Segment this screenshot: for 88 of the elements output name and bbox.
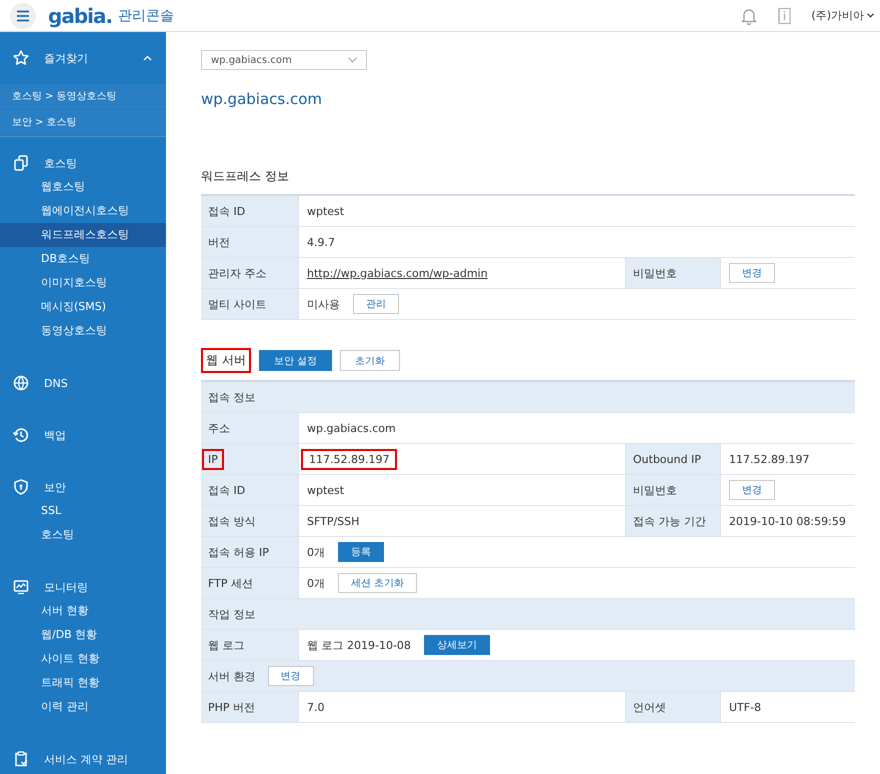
field-label: 버전 bbox=[201, 227, 299, 257]
sidebar-item[interactable]: 동영상호스팅 bbox=[0, 319, 166, 343]
action-button[interactable]: 초기화 bbox=[340, 350, 400, 371]
monitor-icon bbox=[12, 578, 30, 596]
site-dropdown[interactable]: wp.gabiacs.com bbox=[201, 50, 367, 70]
field-value: wp.gabiacs.com bbox=[307, 422, 396, 434]
action-button[interactable]: 변경 bbox=[268, 666, 314, 686]
field-value: 7.0 bbox=[307, 700, 324, 714]
field-value: 2019-10-10 08:59:59 bbox=[729, 514, 846, 528]
sidebar-group[interactable]: DNS bbox=[0, 371, 166, 395]
action-button[interactable]: 관리 bbox=[353, 294, 399, 314]
field-value: 0개 bbox=[307, 576, 325, 590]
account-menu[interactable]: (주)가비아 bbox=[811, 8, 874, 23]
section-title: 워드프레스 정보 bbox=[201, 168, 289, 185]
field-value: 0개 bbox=[307, 544, 325, 560]
sidebar-item[interactable]: 워드프레스호스팅 bbox=[0, 223, 166, 247]
bell-icon bbox=[741, 6, 758, 24]
sidebar-item[interactable]: 메시징(SMS) bbox=[0, 295, 166, 319]
field-label: 비밀번호 bbox=[625, 475, 721, 505]
sidebar-item[interactable]: 이미지호스팅 bbox=[0, 271, 166, 295]
field-label: 언어셋 bbox=[625, 692, 721, 722]
row-heading: 작업 정보 bbox=[208, 606, 256, 622]
sidebar-group[interactable]: 보안 bbox=[0, 475, 166, 499]
notifications-button[interactable] bbox=[741, 6, 758, 24]
field-label: PHP 버전 bbox=[201, 692, 299, 722]
action-button[interactable]: 상세보기 bbox=[424, 635, 490, 655]
menu-button[interactable] bbox=[10, 2, 36, 28]
logo[interactable]: gabia. bbox=[48, 4, 112, 28]
action-button[interactable]: 보안 설정 bbox=[258, 350, 332, 371]
sidebar-group[interactable]: 모니터링 bbox=[0, 575, 166, 599]
history-icon bbox=[12, 426, 30, 444]
field-label: 관리자 주소 bbox=[201, 258, 299, 288]
favorites-header[interactable]: 즐겨찾기 bbox=[0, 32, 166, 84]
site-title: wp.gabiacs.com bbox=[201, 90, 324, 108]
action-button[interactable]: 세션 초기화 bbox=[338, 573, 418, 593]
sidebar-item[interactable]: 웹/DB 현황 bbox=[0, 623, 166, 647]
section-title: 웹 서버 bbox=[201, 348, 251, 373]
sidebar-item[interactable]: SSL bbox=[0, 499, 166, 523]
field-value: 117.52.89.197 bbox=[729, 452, 810, 466]
action-button[interactable]: 등록 bbox=[338, 542, 384, 562]
field-value: UTF-8 bbox=[729, 700, 762, 714]
info-button[interactable] bbox=[777, 6, 792, 24]
action-button[interactable]: 변경 bbox=[729, 263, 775, 283]
app-title: 관리콘솔 bbox=[118, 6, 174, 24]
field-label: 접속 가능 기간 bbox=[625, 506, 721, 536]
sidebar-group[interactable]: 백업 bbox=[0, 423, 166, 447]
field-label: IP bbox=[202, 448, 224, 470]
sidebar-item[interactable]: 사이트 현황 bbox=[0, 647, 166, 671]
field-value: 미사용 bbox=[307, 296, 340, 312]
admin-link[interactable]: http://wp.gabiacs.com/wp-admin bbox=[307, 266, 488, 280]
row-heading: 접속 정보 bbox=[208, 390, 256, 404]
sidebar-item[interactable]: 웹호스팅 bbox=[0, 175, 166, 199]
caret-icon bbox=[867, 13, 874, 18]
shield-icon bbox=[12, 478, 30, 496]
favorite-link[interactable]: 보안 > 호스팅 bbox=[0, 110, 166, 135]
caret-icon bbox=[348, 57, 357, 63]
sidebar-item[interactable]: 서버 현황 bbox=[0, 599, 166, 623]
sidebar-item[interactable]: 트래픽 현황 bbox=[0, 671, 166, 695]
field-label: 접속 ID bbox=[201, 196, 299, 226]
row-heading: 서버 환경 bbox=[208, 668, 256, 684]
globe-icon bbox=[12, 374, 30, 392]
field-value: 4.9.7 bbox=[307, 236, 335, 248]
info-icon bbox=[777, 6, 792, 24]
field-label: 웹 로그 bbox=[201, 630, 299, 660]
field-value: SFTP/SSH bbox=[307, 514, 360, 528]
sidebar-group[interactable]: 호스팅 bbox=[0, 151, 166, 175]
field-value: 웹 로그 2019-10-08 bbox=[307, 638, 411, 652]
field-value: 117.52.89.197 bbox=[301, 448, 398, 470]
sidebar-item[interactable]: 호스팅 bbox=[0, 523, 166, 547]
field-label: 접속 방식 bbox=[201, 506, 299, 536]
action-button[interactable]: 변경 bbox=[729, 480, 775, 500]
field-label: 접속 ID bbox=[201, 475, 299, 505]
field-label: 접속 허용 IP bbox=[201, 537, 299, 567]
field-value: wptest bbox=[307, 484, 344, 496]
sidebar-group[interactable]: 서비스 계약 관리 bbox=[0, 747, 166, 771]
sidebar-item[interactable]: DB호스팅 bbox=[0, 247, 166, 271]
sidebar-item[interactable]: 이력 관리 bbox=[0, 695, 166, 719]
favorite-link[interactable]: 호스팅 > 동영상호스팅 bbox=[0, 84, 166, 109]
field-label: 비밀번호 bbox=[625, 258, 721, 288]
menu-icon bbox=[16, 10, 30, 22]
field-label: FTP 세션 bbox=[201, 568, 299, 598]
sidebar-item[interactable]: 웹에이전시호스팅 bbox=[0, 199, 166, 223]
star-icon bbox=[12, 49, 30, 67]
copy-icon bbox=[12, 154, 30, 172]
field-label: Outbound IP bbox=[625, 444, 721, 474]
field-label: 멀티 사이트 bbox=[201, 289, 299, 319]
field-label: 주소 bbox=[201, 413, 299, 443]
field-value: wptest bbox=[307, 204, 344, 218]
